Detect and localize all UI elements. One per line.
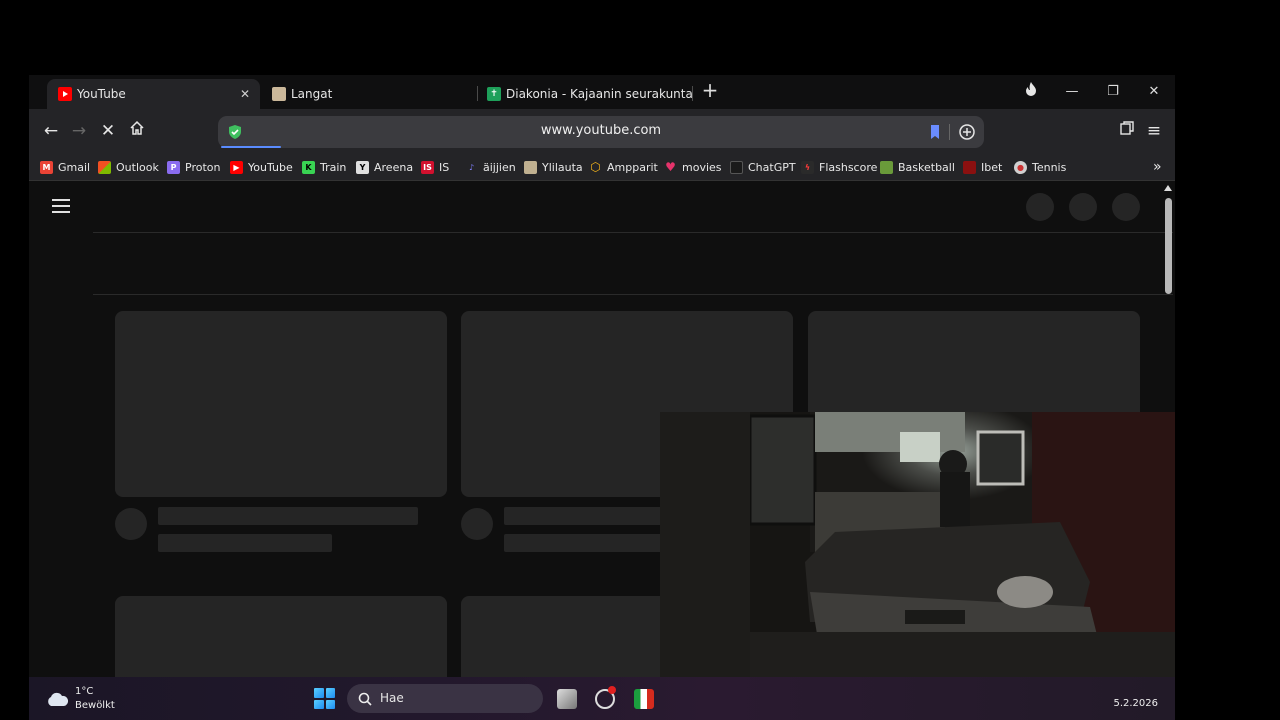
flame-icon[interactable]	[1019, 81, 1043, 103]
bookmarks-bar: M Gmail Outlook P Proton ▶ YouTube K Train Y…	[29, 153, 1175, 181]
gmail-icon: M	[40, 160, 53, 174]
dark-room-image	[660, 412, 1175, 700]
youtube-icon: ▶	[230, 160, 243, 174]
ibet-icon	[963, 160, 976, 174]
langat-icon	[272, 87, 286, 101]
title-placeholder	[158, 507, 418, 525]
train-icon: K	[302, 160, 315, 174]
more-bookmarks-icon[interactable]: »	[1153, 159, 1162, 175]
new-tab-icon[interactable]: +	[699, 80, 721, 102]
task-view-icon[interactable]	[557, 689, 577, 709]
search-placeholder: Hae	[380, 691, 404, 705]
url-text: www.youtube.com	[540, 123, 662, 138]
placeholder-circle	[1069, 193, 1097, 221]
bookmark-ibet[interactable]: Ibet	[963, 159, 1002, 175]
bookmark-icon[interactable]	[926, 123, 944, 141]
minimize-icon[interactable]: —	[1060, 81, 1084, 103]
basketball-icon	[880, 160, 893, 174]
heart-icon: ♥	[665, 160, 676, 174]
temperature: 1°C	[75, 686, 94, 697]
bookmark-basketball[interactable]: Basketball	[880, 159, 955, 175]
weather-widget[interactable]: 1°C Bewölkt	[45, 685, 115, 713]
tab-bar: YouTube ✕ Langat ✝ Diakonia - Kajaanin s…	[29, 75, 1175, 109]
stop-loading-icon[interactable]: ✕	[97, 120, 119, 142]
weather-condition: Bewölkt	[75, 700, 115, 711]
cross-icon: ✝	[487, 87, 501, 101]
url-separator	[949, 124, 950, 140]
video-thumbnail-placeholder	[115, 596, 447, 677]
hamburger-menu-icon[interactable]	[52, 199, 70, 213]
divider	[93, 294, 1173, 295]
tennis-icon: ●	[1014, 160, 1027, 174]
bookmark-train[interactable]: K Train	[302, 159, 346, 175]
bookmark-flashscore[interactable]: ϟ Flashscore	[801, 159, 877, 175]
tab-label: YouTube	[77, 87, 126, 101]
tab-youtube[interactable]: YouTube ✕	[47, 79, 260, 109]
bookmark-is[interactable]: IS IS	[421, 159, 449, 175]
bookmark-movies[interactable]: ♥ movies	[664, 159, 721, 175]
areena-icon: Y	[356, 160, 369, 174]
restore-icon[interactable]: ❐	[1101, 81, 1125, 103]
ylilauta-icon	[524, 160, 537, 174]
date: 5.2.2026	[1113, 698, 1158, 709]
bookmark-ylilauta[interactable]: Ylilauta	[524, 159, 583, 175]
taskbar-search[interactable]: Hae	[347, 684, 543, 713]
subtitle-placeholder	[504, 534, 678, 552]
scrollbar-thumb[interactable]	[1165, 198, 1172, 294]
microsoft-icon	[98, 160, 111, 174]
search-icon	[358, 692, 372, 706]
forward-icon[interactable]: →	[68, 120, 90, 142]
tabs-overview-icon[interactable]	[1116, 120, 1138, 142]
taskbar: 1°C Bewölkt Hae 5.2.2026	[29, 677, 1175, 720]
avatar-placeholder	[115, 508, 147, 540]
loading-indicator	[221, 146, 281, 148]
bookmark-chatgpt[interactable]: ChatGPT	[730, 159, 796, 175]
ampparit-icon: ⬡	[590, 160, 601, 174]
ai-chat-icon[interactable]	[958, 123, 976, 141]
menu-icon[interactable]: ≡	[1143, 120, 1165, 142]
bookmark-tennis[interactable]: ● Tennis	[1014, 159, 1066, 175]
placeholder-circle	[1026, 193, 1054, 221]
home-icon[interactable]	[126, 120, 148, 142]
notification-badge	[608, 686, 616, 694]
close-tab-icon[interactable]: ✕	[240, 87, 250, 101]
avatar-placeholder	[461, 508, 493, 540]
subtitle-placeholder	[158, 534, 332, 552]
aijjien-icon: ♪	[468, 162, 475, 172]
cloud-icon	[48, 692, 69, 706]
flashscore-icon: ϟ	[801, 160, 814, 174]
bookmark-outlook[interactable]: Outlook	[98, 159, 159, 175]
bookmark-gmail[interactable]: M Gmail	[40, 159, 90, 175]
bookmark-ampparit[interactable]: ⬡ Ampparit	[589, 159, 658, 175]
bookmark-areena[interactable]: Y Areena	[356, 159, 413, 175]
toolbar: ← → ✕ www.youtube.com ≡	[29, 109, 1175, 153]
divider	[93, 232, 1173, 233]
video-thumbnail-placeholder	[115, 311, 447, 497]
chatgpt-icon	[730, 160, 743, 174]
close-window-icon[interactable]: ✕	[1142, 81, 1166, 103]
bookmark-youtube[interactable]: ▶ YouTube	[230, 159, 293, 175]
bookmark-proton[interactable]: P Proton	[167, 159, 220, 175]
bookmark-aijjien[interactable]: ♪ äijjien	[465, 159, 516, 175]
back-icon[interactable]: ←	[40, 120, 62, 142]
tab-diakonia[interactable]: ✝ Diakonia - Kajaanin seurakunta	[487, 79, 697, 109]
placeholder-circle	[1112, 193, 1140, 221]
address-bar[interactable]: www.youtube.com	[218, 116, 984, 148]
proton-icon: P	[167, 160, 180, 174]
desktop: YouTube ✕ Langat ✝ Diakonia - Kajaanin s…	[0, 0, 1280, 720]
tab-separator	[477, 86, 478, 101]
video-overlay	[660, 412, 1175, 700]
tab-separator	[692, 86, 693, 101]
windows-start-icon[interactable]	[314, 688, 335, 709]
tab-label: Diakonia - Kajaanin seurakunta	[506, 87, 693, 101]
is-icon: IS	[421, 160, 434, 174]
tab-label: Langat	[291, 87, 333, 101]
tab-langat[interactable]: Langat	[272, 79, 482, 109]
app-icon[interactable]	[634, 689, 654, 709]
scroll-up-icon[interactable]	[1164, 185, 1172, 191]
youtube-icon	[58, 87, 72, 101]
